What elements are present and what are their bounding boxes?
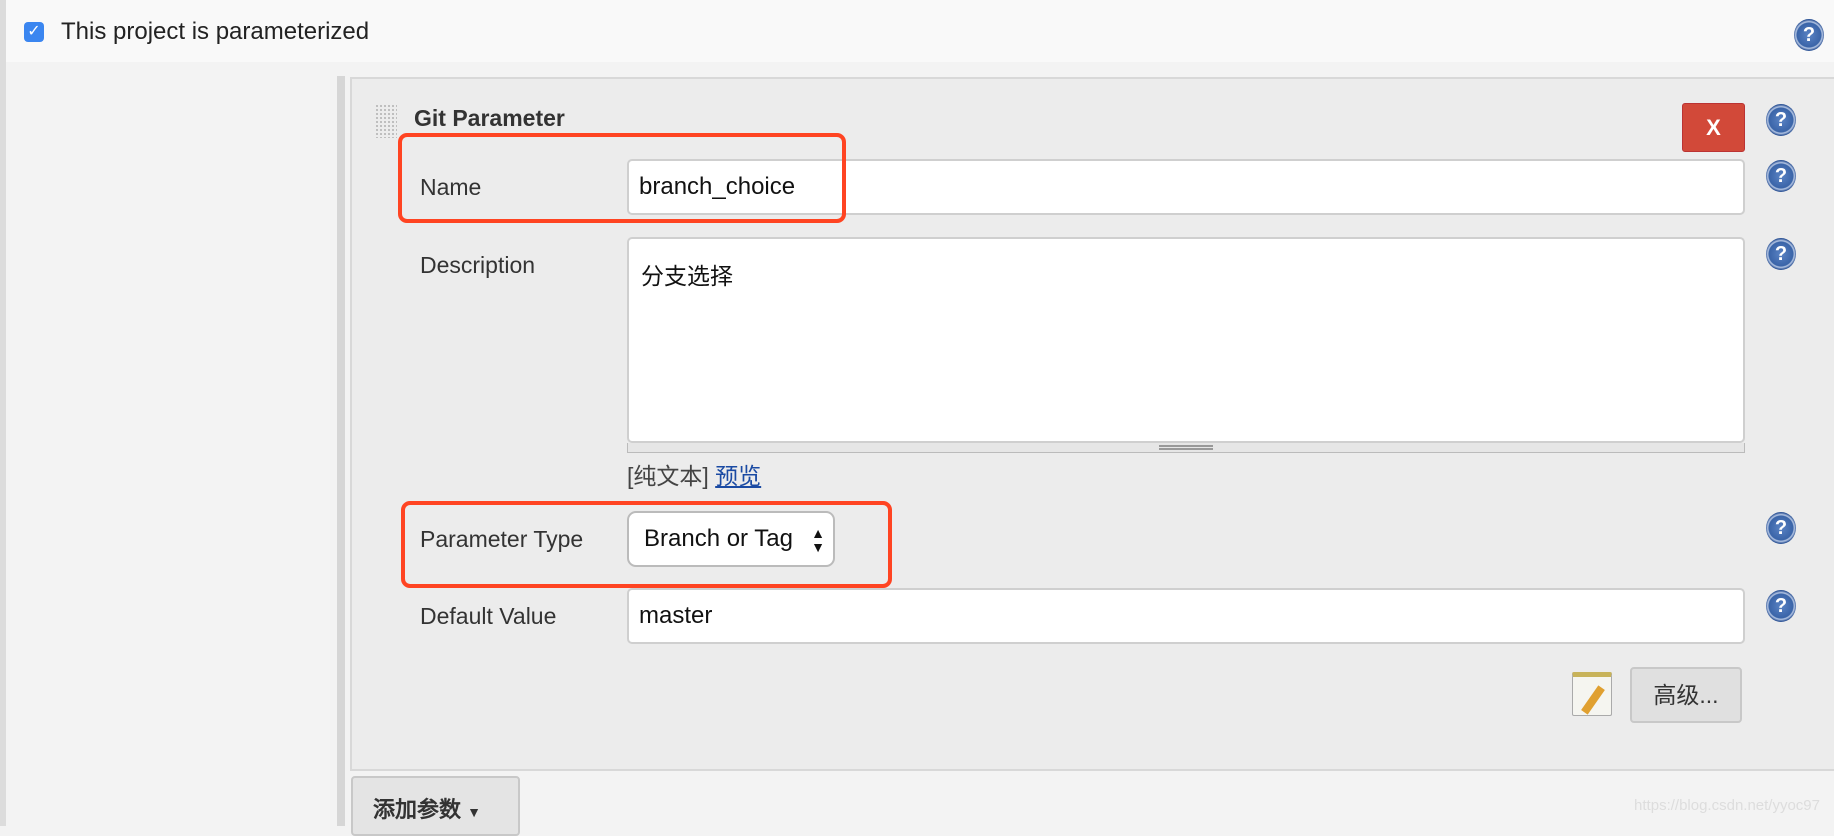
caret-down-icon: ▼ (467, 804, 481, 820)
parameterized-checkbox[interactable]: ✓ (24, 22, 44, 42)
help-icon[interactable]: ? (1766, 238, 1796, 270)
default-value-input[interactable]: master (627, 588, 1745, 644)
plain-text-label: [纯文本] (627, 463, 709, 489)
parameter-title: Git Parameter (414, 105, 565, 131)
parameterized-label: This project is parameterized (61, 18, 370, 45)
help-icon[interactable]: ? (1766, 104, 1796, 136)
preview-link[interactable]: 预览 (715, 463, 761, 489)
help-icon[interactable]: ? (1766, 512, 1796, 544)
add-parameter-button[interactable]: 添加参数 ▼ (351, 776, 520, 836)
highlight-box-parameter-type (401, 501, 892, 588)
left-border (0, 0, 6, 826)
description-label: Description (420, 252, 536, 278)
highlight-box-name (398, 133, 846, 223)
description-textarea[interactable]: 分支选择 (627, 237, 1745, 443)
watermark: https://blog.csdn.net/yyoc97 (1634, 797, 1820, 814)
textarea-resize-handle[interactable] (627, 443, 1745, 453)
add-parameter-label: 添加参数 (373, 797, 462, 822)
description-format: [纯文本] 预览 (627, 457, 761, 491)
help-icon[interactable]: ? (1794, 19, 1824, 51)
advanced-button[interactable]: 高级... (1630, 667, 1742, 723)
help-icon[interactable]: ? (1766, 160, 1796, 192)
drag-handle-icon[interactable] (375, 104, 397, 138)
delete-parameter-button[interactable]: X (1682, 103, 1745, 152)
drag-strip (337, 76, 345, 826)
help-icon[interactable]: ? (1766, 590, 1796, 622)
default-value-label: Default Value (420, 603, 557, 629)
notepad-edit-icon (1572, 672, 1612, 716)
